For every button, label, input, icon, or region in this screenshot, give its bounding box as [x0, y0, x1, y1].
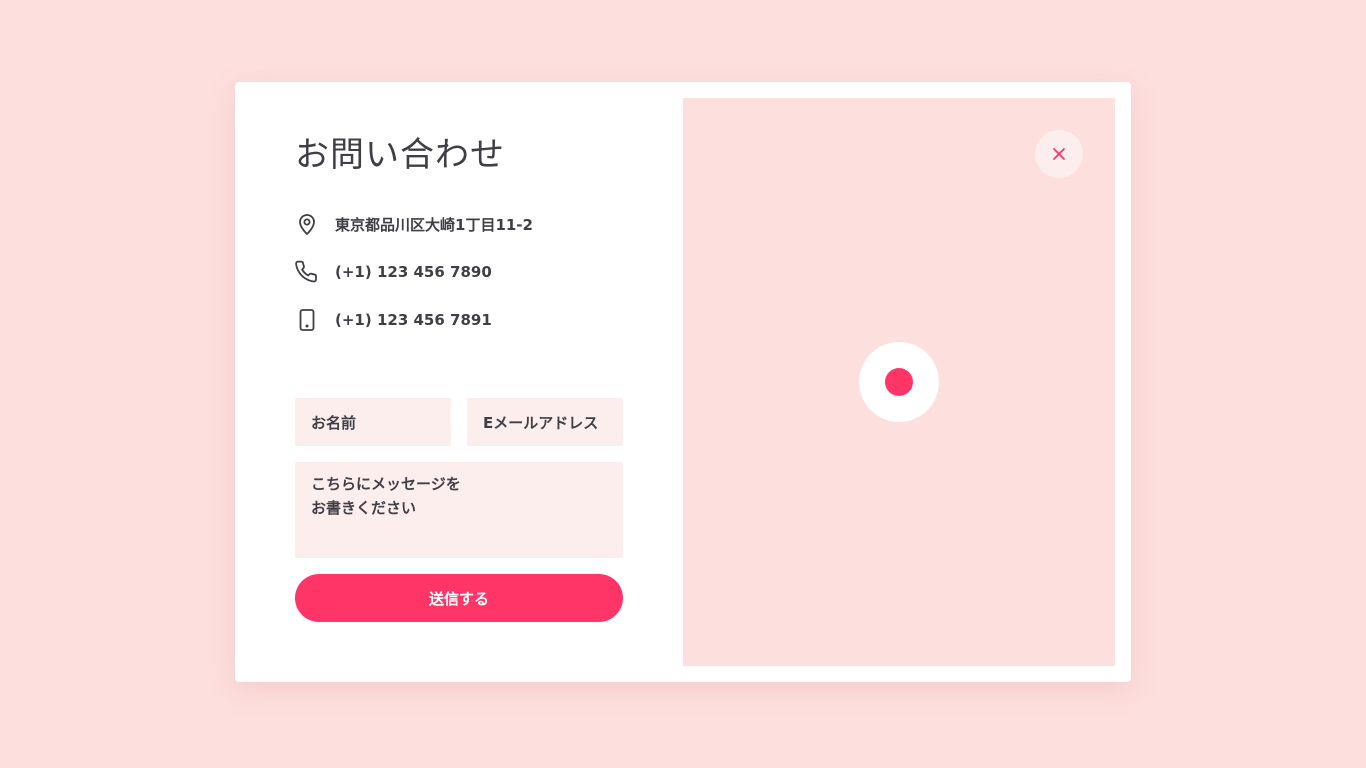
- form-row: お名前 Eメールアドレス: [295, 398, 623, 446]
- map-marker-dot: [885, 368, 913, 396]
- message-placeholder-line1: こちらにメッセージを: [311, 475, 461, 493]
- address-text: 東京都品川区大崎1丁目11-2: [335, 215, 533, 234]
- contact-panel: お問い合わせ 東京都品川区大崎1丁目11-2 (+1) 123 456 7890…: [295, 132, 623, 622]
- message-field[interactable]: こちらにメッセージを お書きください: [295, 462, 623, 558]
- location-pin-icon: [295, 212, 319, 236]
- submit-button[interactable]: 送信する: [295, 574, 623, 622]
- phone-text: (+1) 123 456 7890: [335, 263, 492, 281]
- map-panel[interactable]: [683, 98, 1115, 666]
- name-field[interactable]: お名前: [295, 398, 451, 446]
- page-title: お問い合わせ: [295, 135, 505, 175]
- contact-info-list: 東京都品川区大崎1丁目11-2 (+1) 123 456 7890 (+1) 1…: [295, 211, 623, 333]
- contact-form: お名前 Eメールアドレス こちらにメッセージを お書きください 送信する: [295, 398, 623, 622]
- email-field[interactable]: Eメールアドレス: [467, 398, 623, 446]
- close-icon: [1052, 147, 1066, 161]
- mobile-text: (+1) 123 456 7891: [335, 311, 492, 329]
- mobile-icon: [295, 308, 319, 332]
- message-placeholder-line2: お書きください: [311, 499, 417, 517]
- close-button[interactable]: [1035, 130, 1083, 178]
- address-row: 東京都品川区大崎1丁目11-2: [295, 211, 623, 237]
- phone-icon: [295, 260, 319, 284]
- phone-row: (+1) 123 456 7890: [295, 259, 623, 285]
- map-marker-icon[interactable]: [859, 342, 939, 422]
- mobile-row: (+1) 123 456 7891: [295, 307, 623, 333]
- contact-modal: お問い合わせ 東京都品川区大崎1丁目11-2 (+1) 123 456 7890…: [235, 82, 1131, 682]
